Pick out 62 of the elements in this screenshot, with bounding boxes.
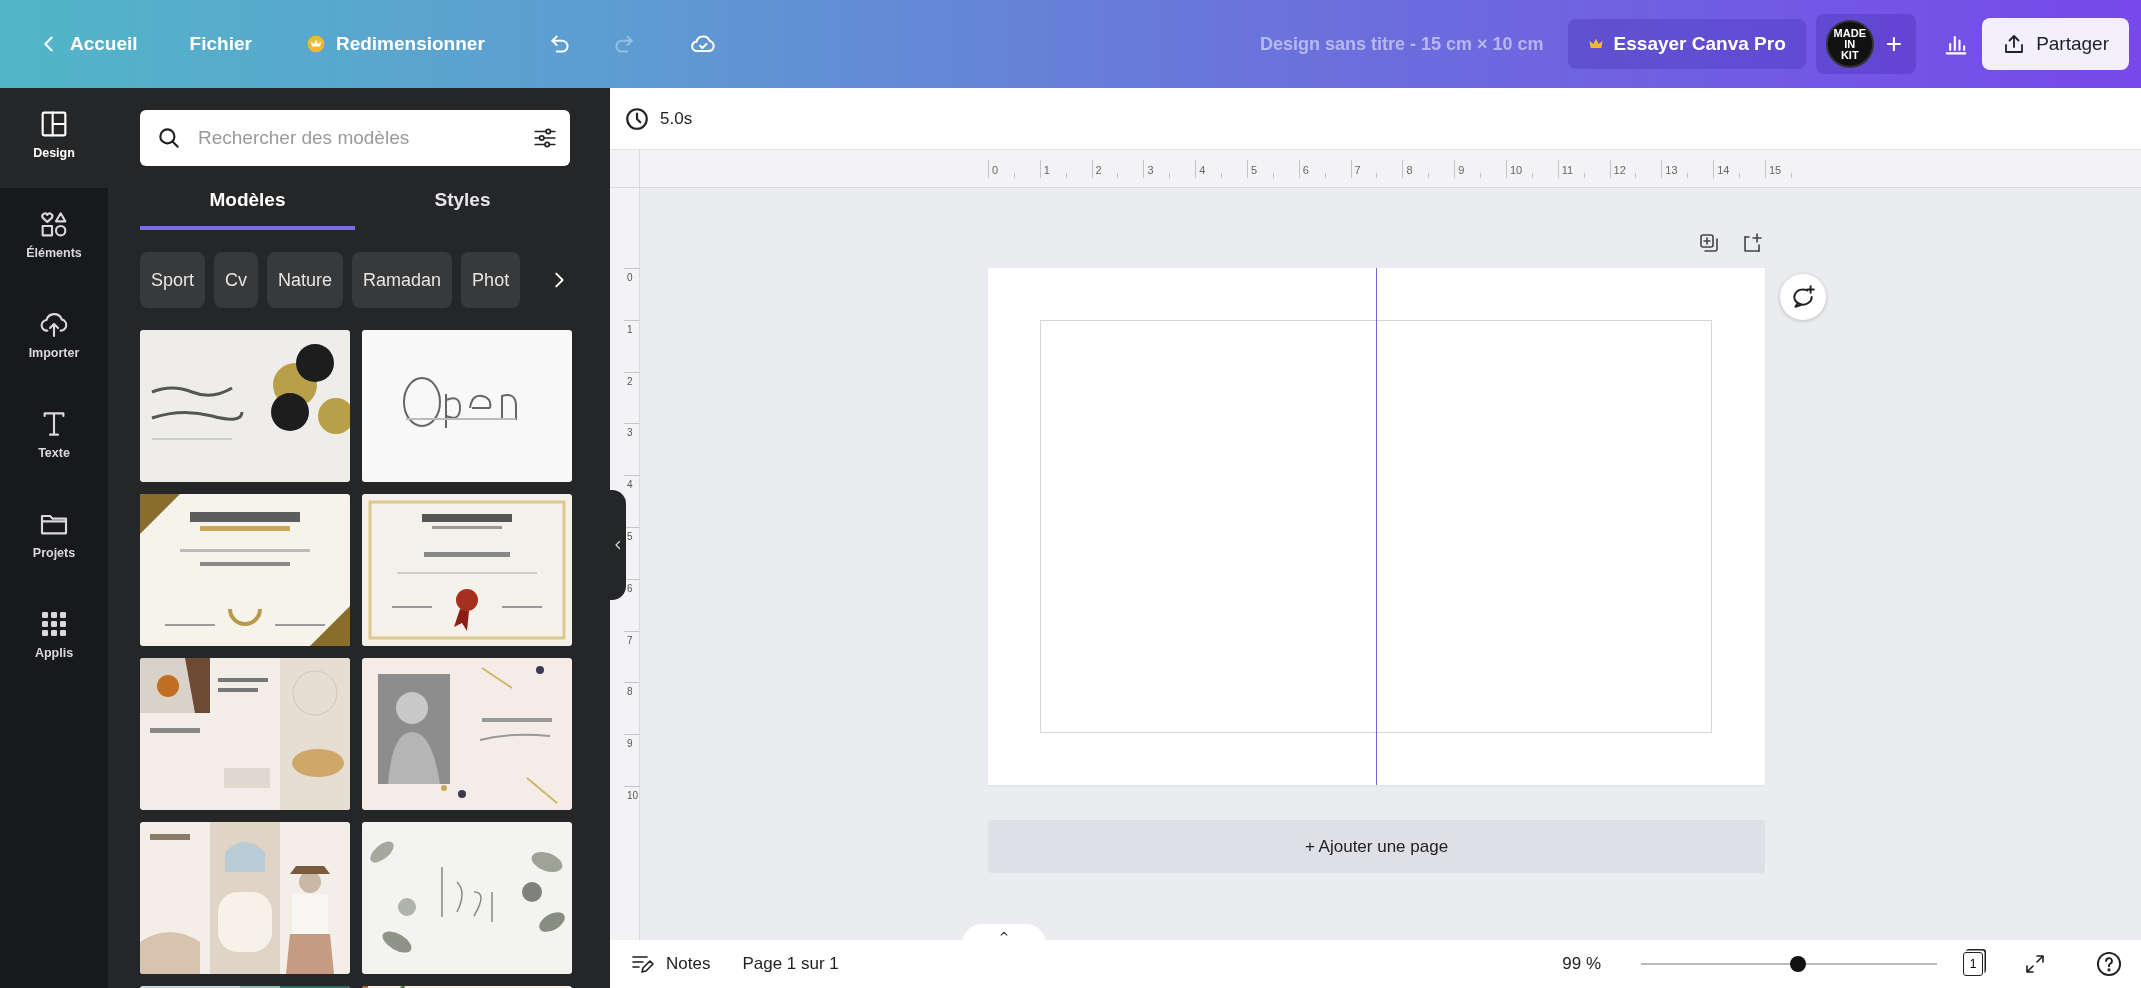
ruler-label: 4 xyxy=(627,479,634,492)
category-chip[interactable]: Cv xyxy=(214,252,259,308)
ruler-label: 7 xyxy=(627,634,634,647)
ruler-label: 2 xyxy=(627,375,634,388)
clock-icon[interactable] xyxy=(624,105,650,132)
comment-add-icon xyxy=(1790,284,1816,310)
duplicate-page-icon[interactable] xyxy=(1697,231,1721,255)
notes-button[interactable]: Notes xyxy=(626,948,715,980)
help-icon[interactable] xyxy=(2095,950,2123,978)
crown-icon xyxy=(305,34,326,54)
ruler-label: 9 xyxy=(627,738,634,751)
sidebar-item[interactable]: Applis xyxy=(0,588,108,688)
page-grid-button[interactable]: 1 xyxy=(1963,952,1983,976)
ruler-label: 6 xyxy=(627,582,634,595)
avatar[interactable]: MADE IN KIT xyxy=(1825,20,1874,68)
ruler-label: 10 xyxy=(1509,164,1523,176)
try-pro-button[interactable]: Essayer Canva Pro xyxy=(1567,19,1806,69)
ruler-label: 5 xyxy=(1251,164,1258,176)
ruler-label: 12 xyxy=(1613,164,1626,176)
sidebar-item[interactable]: Éléments xyxy=(0,188,108,288)
category-chip[interactable]: Ramadan xyxy=(352,252,453,308)
add-page-icon[interactable] xyxy=(1741,231,1765,255)
ruler-label: 6 xyxy=(1302,164,1309,176)
ruler-label: 0 xyxy=(992,164,999,176)
ruler-label: 2 xyxy=(1095,164,1102,176)
ruler-label: 3 xyxy=(627,427,634,440)
ruler-label: 9 xyxy=(1458,164,1465,176)
category-chip[interactable]: Sport xyxy=(140,252,206,308)
search-field[interactable]: Rechercher des modèles xyxy=(140,110,570,166)
ruler-label: 1 xyxy=(627,323,634,336)
zoom-level[interactable]: 99 % xyxy=(1562,954,1601,974)
ruler-label: 5 xyxy=(627,531,634,543)
duration-label[interactable]: 5.0s xyxy=(660,108,693,129)
ruler-label: 15 xyxy=(1768,164,1782,176)
ruler-label: 1 xyxy=(1043,164,1050,176)
ruler-label: 10 xyxy=(627,789,639,802)
ruler-label: 14 xyxy=(1717,164,1730,176)
tab[interactable]: Modèles xyxy=(140,174,355,230)
ruler-label: 8 xyxy=(1406,164,1413,176)
sidebar-item[interactable]: Design xyxy=(0,88,108,188)
ruler-label: 7 xyxy=(1354,164,1361,176)
sidebar-item[interactable]: Projets xyxy=(0,488,108,588)
ruler-label: 13 xyxy=(1665,164,1678,176)
add-page-button[interactable]: + Ajouter une page xyxy=(988,820,1765,873)
category-chip[interactable]: Phot xyxy=(461,252,521,308)
ruler-label: 4 xyxy=(1199,164,1206,176)
share-button[interactable]: Partager xyxy=(1982,18,2129,70)
tab[interactable]: Styles xyxy=(355,174,570,230)
ruler-label: 0 xyxy=(627,272,634,284)
page-indicator: Page 1 sur 1 xyxy=(742,954,839,974)
ruler-label: 8 xyxy=(627,686,634,699)
ruler-label: 3 xyxy=(1147,164,1154,176)
category-chip[interactable]: Nature xyxy=(267,252,344,308)
fullscreen-icon[interactable] xyxy=(2023,952,2047,976)
search-icon xyxy=(156,125,182,151)
add-member-button[interactable]: + xyxy=(1881,26,1907,62)
sidebar-item[interactable]: Importer xyxy=(0,288,108,388)
sidebar-item[interactable]: Texte xyxy=(0,388,108,488)
ruler-label: 11 xyxy=(1561,164,1574,176)
slider-thumb[interactable] xyxy=(1789,956,1806,972)
collapse-panel-button[interactable] xyxy=(610,490,626,600)
comment-button[interactable] xyxy=(1780,274,1826,320)
